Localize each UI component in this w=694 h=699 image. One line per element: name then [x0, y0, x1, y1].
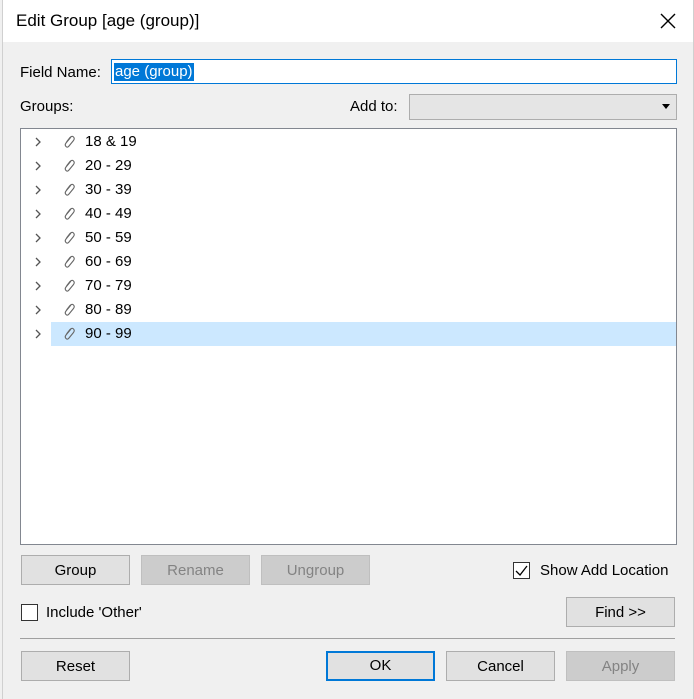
apply-button[interactable]: Apply	[566, 651, 675, 681]
title-bar: Edit Group [age (group)]	[3, 0, 693, 42]
field-name-value: age (group)	[114, 63, 194, 81]
ungroup-button[interactable]: Ungroup	[261, 555, 370, 585]
paperclip-icon	[64, 327, 75, 340]
close-icon	[660, 13, 676, 29]
tree-row[interactable]: 70 - 79	[21, 274, 676, 298]
groups-label: Groups:	[20, 98, 74, 115]
paperclip-icon	[64, 279, 75, 292]
selection-highlight	[51, 322, 676, 346]
tree-row[interactable]: 18 & 19	[21, 130, 676, 154]
checkmark-icon	[515, 565, 528, 576]
group-label: 30 - 39	[85, 181, 132, 198]
tree-row[interactable]: 20 - 29	[21, 154, 676, 178]
paperclip-icon	[64, 255, 75, 268]
field-name-label: Field Name:	[20, 64, 101, 81]
group-button[interactable]: Group	[21, 555, 130, 585]
close-button[interactable]	[653, 6, 683, 36]
chevron-right-icon[interactable]	[33, 209, 43, 219]
paperclip-icon	[64, 183, 75, 196]
group-label: 20 - 29	[85, 157, 132, 174]
group-label: 80 - 89	[85, 301, 132, 318]
chevron-right-icon[interactable]	[33, 281, 43, 291]
field-name-input[interactable]: age (group)	[111, 59, 677, 84]
chevron-right-icon[interactable]	[33, 257, 43, 267]
edit-group-dialog: Edit Group [age (group)] Field Name: age…	[2, 0, 694, 699]
paperclip-icon	[64, 207, 75, 220]
groups-tree[interactable]: 18 & 19 20 - 29 30 - 39 40 - 49 50 - 59 60 - …	[20, 128, 677, 545]
cancel-button[interactable]: Cancel	[446, 651, 555, 681]
add-to-dropdown[interactable]	[409, 94, 677, 120]
include-other-label: Include 'Other'	[46, 604, 142, 621]
tree-row[interactable]: 50 - 59	[21, 226, 676, 250]
tree-row[interactable]: 90 - 99	[21, 322, 676, 346]
chevron-right-icon[interactable]	[33, 137, 43, 147]
tree-row[interactable]: 30 - 39	[21, 178, 676, 202]
include-other-checkbox[interactable]	[21, 604, 38, 621]
reset-button[interactable]: Reset	[21, 651, 130, 681]
group-label: 50 - 59	[85, 229, 132, 246]
add-to-label: Add to:	[350, 98, 398, 115]
window-title: Edit Group [age (group)]	[16, 11, 200, 30]
separator	[20, 638, 675, 639]
show-add-location-label: Show Add Location	[540, 562, 669, 579]
group-label: 90 - 99	[85, 325, 132, 342]
paperclip-icon	[64, 231, 75, 244]
tree-row[interactable]: 60 - 69	[21, 250, 676, 274]
paperclip-icon	[64, 135, 75, 148]
chevron-right-icon[interactable]	[33, 305, 43, 315]
tree-row[interactable]: 80 - 89	[21, 298, 676, 322]
chevron-right-icon[interactable]	[33, 233, 43, 243]
group-label: 70 - 79	[85, 277, 132, 294]
chevron-right-icon[interactable]	[33, 161, 43, 171]
show-add-location-checkbox[interactable]	[513, 562, 530, 579]
chevron-right-icon[interactable]	[33, 329, 43, 339]
paperclip-icon	[64, 303, 75, 316]
find-button[interactable]: Find >>	[566, 597, 675, 627]
paperclip-icon	[64, 159, 75, 172]
group-label: 18 & 19	[85, 133, 137, 150]
dropdown-arrow-icon	[662, 104, 670, 109]
tree-row[interactable]: 40 - 49	[21, 202, 676, 226]
group-label: 60 - 69	[85, 253, 132, 270]
rename-button[interactable]: Rename	[141, 555, 250, 585]
group-label: 40 - 49	[85, 205, 132, 222]
ok-button[interactable]: OK	[326, 651, 435, 681]
chevron-right-icon[interactable]	[33, 185, 43, 195]
